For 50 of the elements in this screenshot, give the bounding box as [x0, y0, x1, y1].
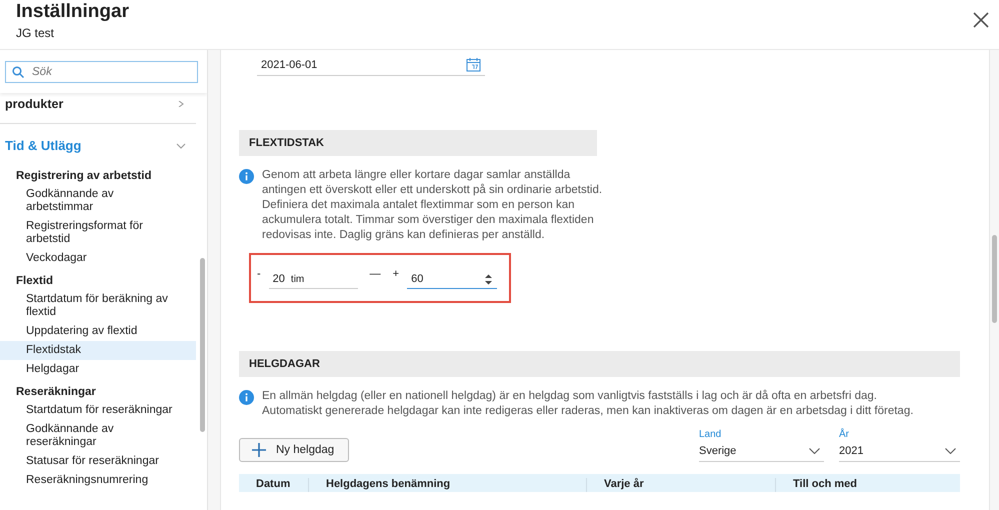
sidebar-group-label: Registrering av arbetstid — [15, 169, 152, 184]
country-dropdown[interactable]: Sverige — [699, 442, 824, 462]
new-holiday-button[interactable]: Ny helgdag — [239, 438, 350, 462]
plus-icon — [252, 443, 266, 457]
calendar-icon[interactable] — [466, 57, 481, 72]
min-hours-field[interactable]: 20 tim — [268, 269, 358, 289]
year-dropdown[interactable]: 2021 — [839, 442, 960, 462]
search-field[interactable]: Sök — [5, 61, 198, 83]
scrollbar-thumb[interactable] — [992, 235, 997, 323]
field-label: Land — [699, 429, 722, 440]
chevron-down-icon — [809, 448, 820, 454]
info-icon — [239, 390, 254, 405]
info-text: Automatiskt genererade helgdagar kan inte redigeras eller raderas, men kan inaktiveras om dagen är en arbetsdag i ditt företag. — [262, 404, 914, 419]
column-header[interactable]: Till och med — [776, 478, 960, 492]
sidebar-item[interactable]: Registreringsformat för arbetstid — [0, 217, 196, 249]
sidebar-item[interactable]: Godkännande av arbetstimmar — [0, 185, 196, 217]
sidebar-item[interactable]: Startdatum för reseräkningar — [0, 401, 196, 420]
range-separator: — — [370, 268, 381, 280]
info-text: En allmän helgdag (eller en nationell helgdag) är en helgdag som vanligtvis fastställs i lag och är då ofta en arbetsfri dag. — [262, 389, 878, 404]
info-text: Genom att arbeta längre eller kortare dagar samlar anställda antingen ett överskott eller ett underskott på sin ordinarie arbetstid. Definiera det maximala antalet flextimmar som en person kan ackumulera totalt. Timmar som överstiger den maximala flextiden redovisas inte. Daglig gräns kan definieras per anställd. — [262, 168, 604, 243]
column-header[interactable]: Helgdagens benämning — [309, 478, 587, 492]
close-icon[interactable] — [973, 12, 989, 28]
sidebar-item[interactable]: Uppdatering av flextid — [0, 322, 196, 341]
sidebar-item[interactable]: Godkännande av reseräkningar — [0, 420, 196, 452]
info-icon — [239, 169, 254, 184]
date-field[interactable]: 2021-06-01 — [257, 54, 485, 76]
sidebar-item[interactable]: Statusar för reseräkningar — [0, 452, 196, 471]
scrollbar-thumb[interactable] — [200, 258, 205, 432]
sidebar-group-label: Flextid — [15, 274, 54, 289]
field-label: År — [839, 429, 850, 440]
window-title: Inställningar — [16, 1, 129, 23]
sidebar-item[interactable]: Helgdagar — [0, 360, 196, 379]
column-header[interactable]: Varje år — [587, 478, 776, 492]
sidebar-group-label: Reseräkningar — [15, 385, 97, 400]
sidebar-section[interactable]: produkter — [5, 97, 64, 111]
sidebar-item[interactable]: Startdatum för beräkning av flextid — [0, 290, 196, 322]
max-hours-field[interactable]: 60 — [407, 269, 498, 289]
sidebar-item[interactable]: Veckodagar — [0, 249, 196, 268]
sidebar-item[interactable]: Reseräkningsnumrering — [0, 471, 196, 490]
plus-sign: + — [392, 268, 400, 280]
spinner-icon[interactable] — [484, 274, 494, 284]
section-header: HELGDAGAR — [239, 351, 960, 377]
section-header: FLEXTIDSTAK — [239, 130, 597, 156]
sidebar-item[interactable]: Flextidstak — [0, 341, 196, 360]
search-icon — [12, 66, 24, 78]
window-subtitle: JG test — [16, 26, 56, 40]
column-header[interactable]: Datum — [239, 478, 309, 492]
chevron-down-icon — [945, 448, 956, 454]
sidebar-section[interactable]: Tid & Utlägg — [5, 138, 82, 153]
minus-sign: - — [257, 268, 261, 280]
